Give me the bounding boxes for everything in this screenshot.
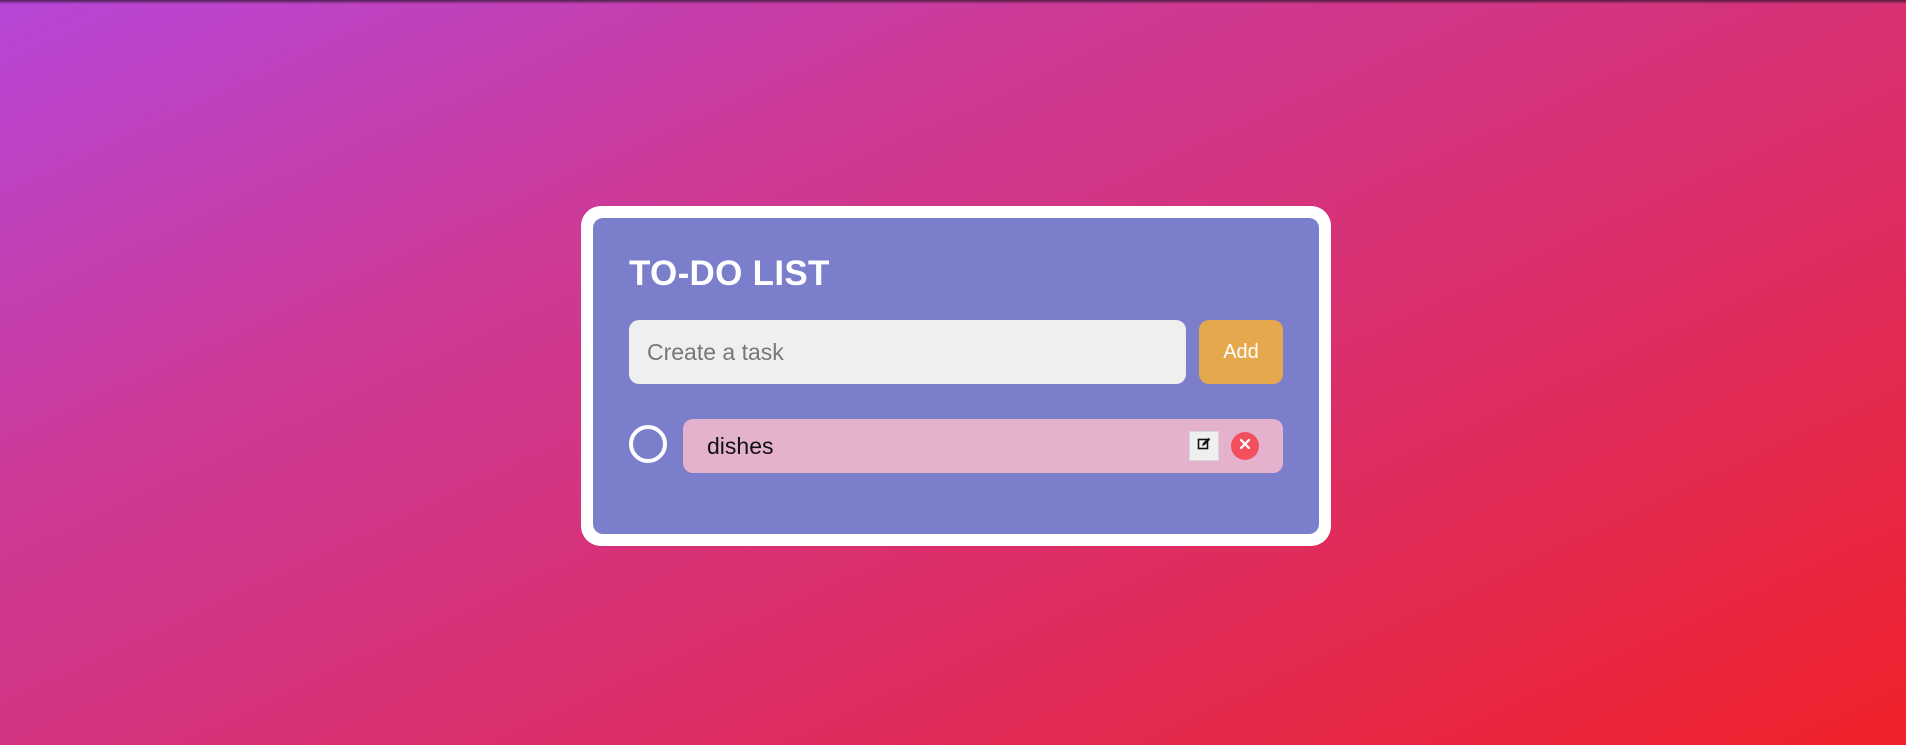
page-title: TO-DO LIST [629,254,830,293]
todo-card: TO-DO LIST Add dishes [593,218,1319,534]
task-input-row: Add [629,320,1283,384]
add-task-button[interactable]: Add [1199,320,1283,384]
task-pill: dishes [683,419,1283,473]
task-item: dishes [629,419,1283,473]
close-icon [1239,437,1251,455]
top-edge-shadow [0,0,1906,4]
task-input[interactable] [629,320,1186,384]
edit-task-button[interactable] [1189,431,1219,461]
todo-card-frame: TO-DO LIST Add dishes [581,206,1331,546]
task-complete-toggle[interactable] [629,425,667,463]
delete-task-button[interactable] [1231,432,1259,460]
task-text: dishes [707,432,774,459]
edit-icon [1197,437,1211,456]
